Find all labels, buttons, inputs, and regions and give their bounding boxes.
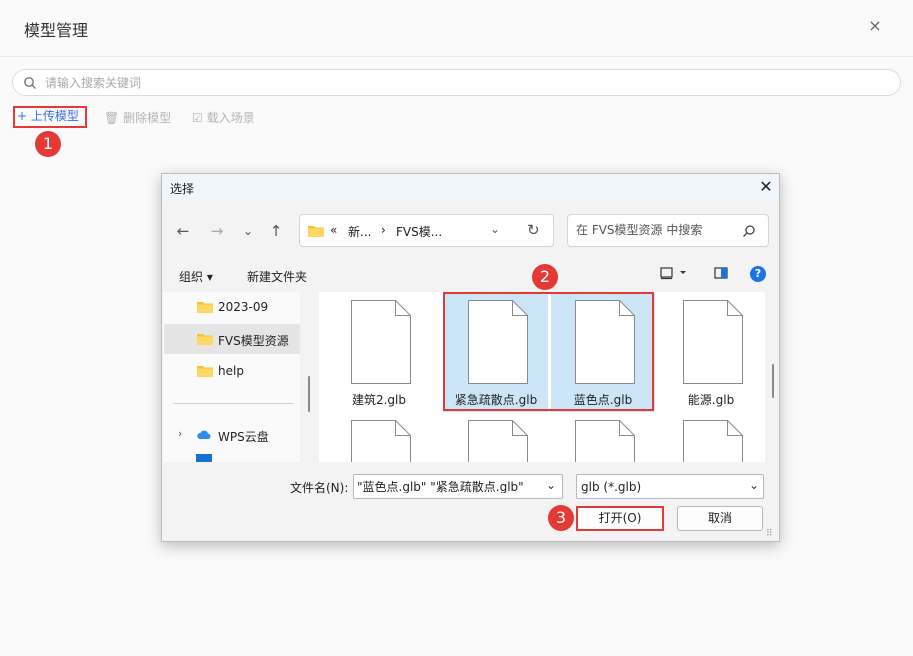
breadcrumb-separator: › (381, 223, 386, 237)
nav-item-2023-09[interactable]: 2023-09 (164, 292, 300, 322)
filename-combobox[interactable]: ⌄ (353, 474, 563, 499)
open-button[interactable]: 打开(O) (576, 506, 664, 531)
breadcrumb-2[interactable]: FVS模... (396, 223, 442, 240)
load-scene-button[interactable]: ☑ 载入场景 (192, 108, 255, 128)
cloud-icon (197, 430, 211, 439)
organize-menu[interactable]: 组织 ▾ (179, 268, 213, 285)
load-icon: ☑ (192, 111, 203, 125)
file-item[interactable]: 能源.glb (659, 294, 763, 412)
filename-label: 文件名(N): (290, 481, 349, 495)
recent-locations-chevron-icon[interactable]: ⌄ (238, 221, 258, 241)
forward-arrow-icon[interactable]: → (207, 221, 227, 241)
step-badge-1: 1 (35, 131, 61, 157)
breadcrumb-1[interactable]: 新... (348, 223, 371, 240)
panel-header: 模型管理 × (0, 0, 913, 57)
folder-icon (308, 226, 324, 237)
up-arrow-icon[interactable]: ↑ (266, 221, 286, 241)
navigation-pane: 2023-09 FVS模型资源 help › WPS云盘 (163, 292, 300, 462)
back-arrow-icon[interactable]: ← (173, 221, 193, 241)
help-icon[interactable]: ? (750, 266, 766, 282)
search-icon (24, 77, 36, 89)
file-open-dialog: 选择 ✕ ← → ⌄ ↑ « 新... › FVS模... ⌄ ↻ 组织 ▾ 新… (161, 173, 780, 542)
nav-scrollbar[interactable] (308, 376, 310, 412)
delete-model-button[interactable]: 🗑 删除模型 (104, 108, 171, 128)
load-scene-label: 载入场景 (206, 111, 255, 125)
nav-item-label: help (218, 364, 244, 378)
new-folder-button[interactable]: 新建文件夹 (247, 268, 307, 285)
view-icon (660, 267, 686, 280)
chevron-down-icon[interactable]: ⌄ (749, 478, 759, 492)
command-bar: 组织 ▾ 新建文件夹 (162, 260, 779, 290)
filename-input[interactable] (357, 479, 537, 493)
folder-icon (197, 334, 213, 345)
step-badge-2: 2 (532, 264, 558, 290)
filetype-value: glb (*.glb) (581, 480, 642, 494)
partial-drive-icon (196, 454, 212, 462)
step-badge-3: 3 (548, 505, 574, 531)
close-icon[interactable]: × (866, 16, 884, 36)
search-icon (743, 225, 755, 237)
view-options-icon[interactable] (660, 266, 688, 283)
expand-chevron-icon[interactable]: › (178, 427, 182, 440)
file-item[interactable]: 建筑2.glb (327, 294, 431, 412)
nav-item-label: WPS云盘 (218, 430, 269, 444)
nav-item-label: 2023-09 (218, 300, 269, 314)
nav-item-fvs-models[interactable]: FVS模型资源 (164, 324, 300, 354)
pane-icon (714, 267, 728, 279)
file-icon (351, 300, 411, 384)
search-input[interactable] (45, 73, 865, 92)
folder-icon (197, 366, 213, 377)
filetype-select[interactable]: glb (*.glb) ⌄ (576, 474, 764, 499)
search-bar[interactable] (12, 69, 901, 96)
dialog-close-icon[interactable]: ✕ (756, 177, 776, 197)
trash-icon: 🗑 (104, 111, 120, 125)
selection-highlight-box (443, 292, 654, 411)
dialog-title: 选择 (170, 182, 195, 196)
address-dropdown-icon[interactable]: ⌄ (490, 222, 500, 236)
file-pane-scrollbar[interactable] (772, 364, 774, 398)
folder-icon (197, 302, 213, 313)
resize-grip-icon[interactable]: ⠿ (766, 529, 773, 539)
preview-pane-icon[interactable] (714, 266, 728, 283)
address-chevrons: « (330, 223, 338, 237)
file-icon[interactable] (575, 420, 635, 462)
file-icon[interactable] (351, 420, 411, 462)
address-bar[interactable]: « 新... › FVS模... ⌄ ↻ (299, 214, 554, 247)
file-name: 建筑2.glb (351, 393, 407, 407)
dialog-search-input[interactable] (576, 223, 736, 237)
cancel-button[interactable]: 取消 (677, 506, 763, 531)
refresh-icon[interactable]: ↻ (527, 221, 540, 239)
nav-divider (173, 403, 293, 404)
upload-model-button[interactable]: + 上传模型 (13, 106, 87, 128)
nav-item-label: FVS模型资源 (218, 334, 289, 348)
page-title: 模型管理 (24, 21, 89, 40)
dialog-search-box[interactable] (567, 214, 769, 247)
delete-model-label: 删除模型 (123, 111, 172, 125)
file-icon (683, 300, 743, 384)
file-name: 能源.glb (687, 393, 735, 407)
file-icon[interactable] (468, 420, 528, 462)
dialog-titlebar: 选择 ✕ (162, 174, 779, 201)
nav-item-wps-cloud[interactable]: › WPS云盘 (164, 420, 300, 450)
nav-item-help[interactable]: help (164, 356, 300, 386)
chevron-down-icon[interactable]: ⌄ (546, 478, 556, 492)
file-icon[interactable] (683, 420, 743, 462)
